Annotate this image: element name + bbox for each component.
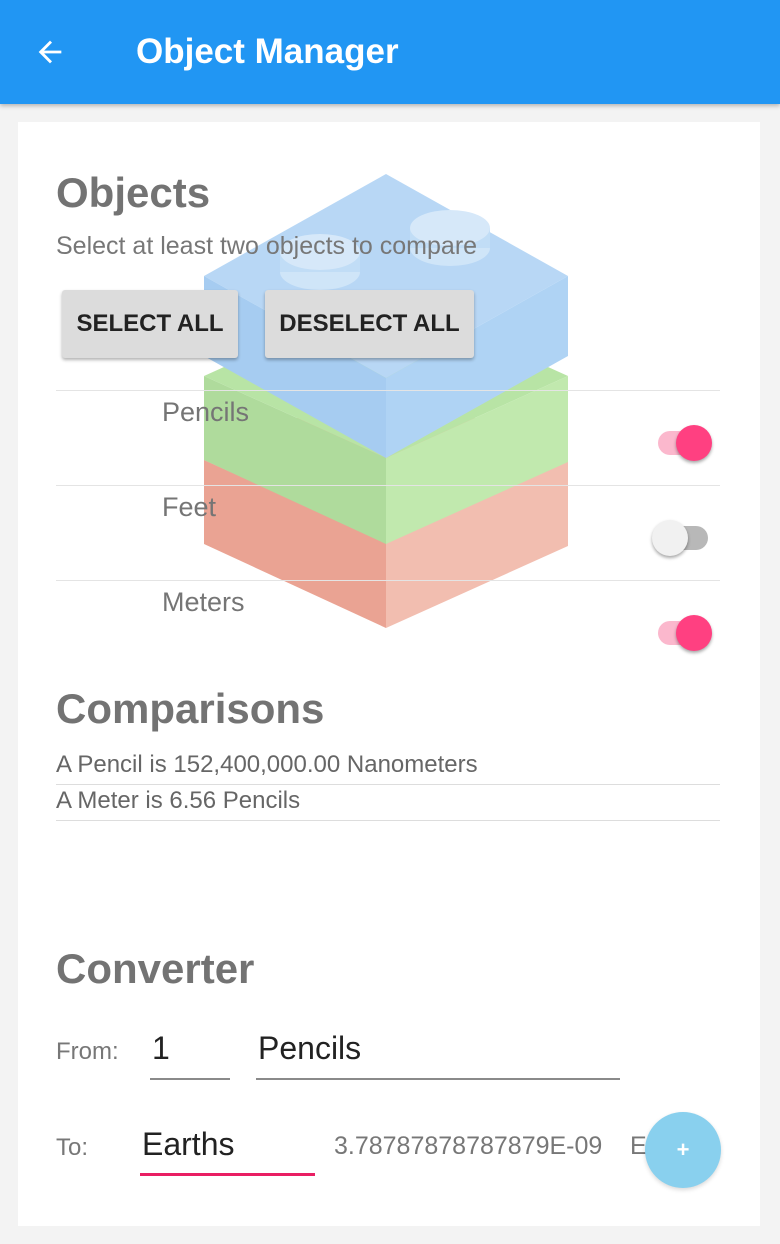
to-unit-input[interactable]: Earths (140, 1122, 315, 1176)
arrow-left-icon (38, 40, 62, 64)
from-value-input[interactable]: 1 (150, 1026, 230, 1080)
object-row-meters: Meters (56, 580, 720, 676)
meters-toggle[interactable] (652, 613, 716, 653)
content-card: Objects Select at least two objects to c… (18, 122, 760, 1226)
select-all-button[interactable]: SELECT ALL (62, 290, 238, 358)
converter-heading: Converter (56, 945, 255, 992)
comparisons-heading: Comparisons (56, 685, 325, 732)
toggle-thumb (676, 425, 712, 461)
toggle-thumb (676, 615, 712, 651)
pencils-toggle[interactable] (652, 423, 716, 463)
object-row-feet: Feet (56, 485, 720, 581)
object-label: Pencils (162, 397, 250, 427)
conversion-result: 3.78787878787879E-09 (334, 1132, 603, 1160)
object-row-pencils: Pencils (56, 390, 720, 486)
feet-toggle[interactable] (652, 518, 716, 558)
from-label: From: (56, 1038, 119, 1065)
object-label: Meters (162, 587, 245, 617)
objects-heading: Objects (56, 169, 211, 216)
object-label: Feet (162, 492, 217, 522)
to-label: To: (56, 1134, 89, 1161)
objects-subtitle: Select at least two objects to compare (56, 232, 478, 260)
comparison-line: A Meter is 6.56 Pencils (56, 786, 720, 821)
from-unit-select[interactable]: Pencils (256, 1026, 620, 1080)
comparison-line: A Pencil is 152,400,000.00 Nanometers (56, 750, 720, 785)
page-title: Object Manager (136, 32, 399, 71)
add-fab-button[interactable]: + (645, 1112, 721, 1188)
toggle-thumb (652, 520, 688, 556)
deselect-all-button[interactable]: DESELECT ALL (265, 290, 474, 358)
app-bar: Object Manager (0, 0, 780, 104)
back-button[interactable] (28, 30, 72, 74)
